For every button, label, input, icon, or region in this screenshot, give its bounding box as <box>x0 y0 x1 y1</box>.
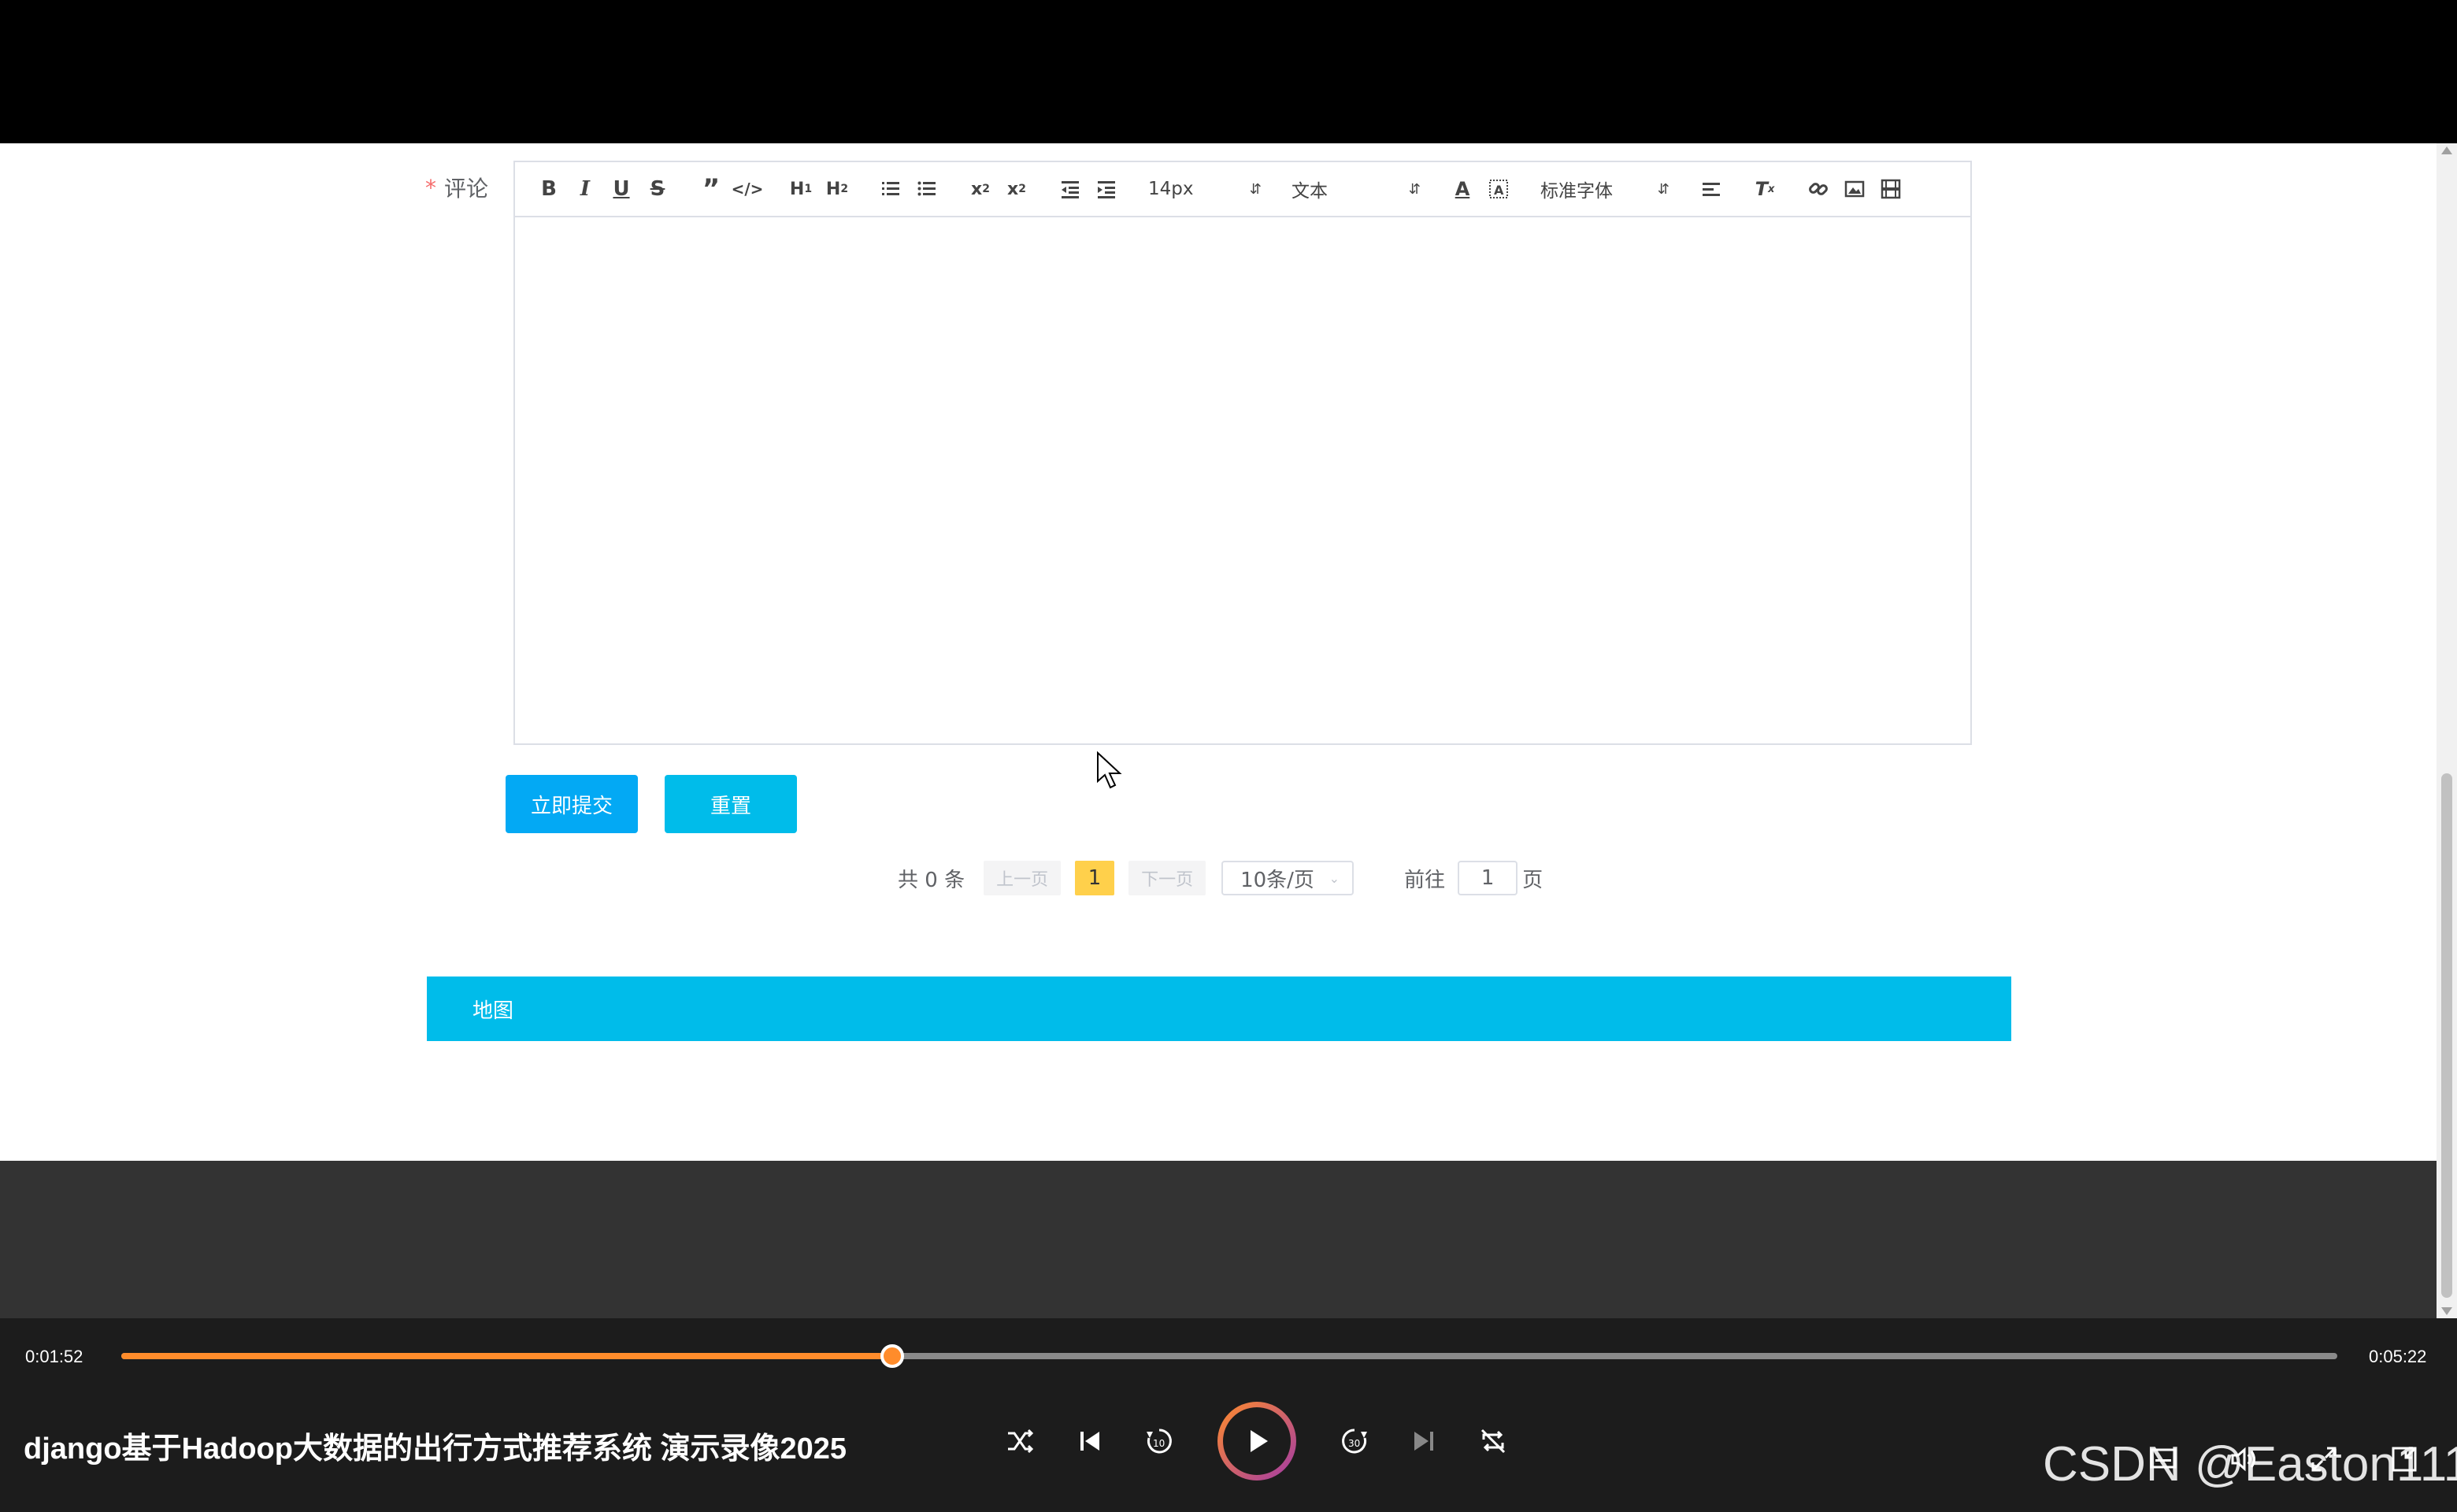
map-section-header: 地图 <box>427 976 2011 1041</box>
svg-text:30: 30 <box>1348 1438 1360 1449</box>
page-size-value: 10条/页 <box>1240 868 1314 892</box>
font-size-select[interactable]: 14px ⇵ <box>1142 171 1268 207</box>
svg-text:10: 10 <box>1153 1438 1165 1449</box>
submit-button[interactable]: 立即提交 <box>506 775 638 833</box>
page-jumper: 前往 1 页 <box>1404 861 1543 895</box>
background-color-icon[interactable]: A <box>1480 171 1517 207</box>
shuffle-icon[interactable] <box>998 1418 1043 1464</box>
bold-icon[interactable]: B <box>531 171 567 207</box>
clear-format-icon[interactable]: Tx <box>1747 171 1783 207</box>
comment-label-text: 评论 <box>444 176 489 202</box>
outdent-icon[interactable] <box>1052 171 1088 207</box>
font-color-icon[interactable]: A <box>1444 171 1480 207</box>
seek-bar-handle[interactable] <box>880 1344 905 1368</box>
image-icon[interactable] <box>1836 171 1873 207</box>
video-letterbox-top <box>0 0 2457 143</box>
goto-page-input[interactable]: 1 <box>1458 861 1518 895</box>
link-icon[interactable] <box>1800 171 1836 207</box>
play-button[interactable] <box>1217 1402 1296 1480</box>
svg-text:A: A <box>1494 183 1504 198</box>
subscript-icon[interactable]: x2 <box>962 171 999 207</box>
blockquote-icon[interactable]: ” <box>693 171 729 207</box>
font-family-select[interactable]: 标准字体 ⇵ <box>1534 171 1676 207</box>
select-caret-icon: ⇵ <box>1249 180 1262 198</box>
select-caret-icon: ⇵ <box>1408 180 1421 198</box>
video-lower-area <box>0 1161 2437 1318</box>
page-number-current[interactable]: 1 <box>1075 861 1115 895</box>
scroll-up-icon[interactable] <box>2441 146 2452 154</box>
play-icon <box>1223 1407 1291 1475</box>
heading-1-icon[interactable]: H1 <box>783 171 819 207</box>
underline-icon[interactable]: U <box>603 171 639 207</box>
font-size-value: 14px <box>1148 179 1194 199</box>
next-track-icon[interactable] <box>1401 1418 1447 1464</box>
csdn-watermark: CSDN @Easton111 <box>2043 1437 2457 1492</box>
prev-page-button[interactable]: 上一页 <box>984 861 1062 895</box>
editor-content-area[interactable] <box>515 219 1970 743</box>
bullet-list-icon[interactable] <box>909 171 945 207</box>
pagination-total: 共 0 条 <box>898 868 965 892</box>
mouse-cursor-icon <box>1097 751 1122 789</box>
comment-field-label: * 评论 <box>425 172 488 203</box>
playback-controls: 10 30 <box>986 1402 1528 1480</box>
reset-button[interactable]: 重置 <box>665 775 797 833</box>
chevron-down-icon: ⌄ <box>1329 870 1340 886</box>
select-caret-icon: ⇵ <box>1657 180 1670 198</box>
next-page-button[interactable]: 下一页 <box>1128 861 1206 895</box>
page-unit-label: 页 <box>1522 868 1544 892</box>
forward-30-icon[interactable]: 30 <box>1332 1418 1377 1464</box>
video-player-controls: 0:01:52 0:05:22 django基于Hadoop大数据的出行方式推荐… <box>0 1318 2457 1512</box>
map-section-title: 地图 <box>472 999 514 1023</box>
duration-time: 0:05:22 <box>2369 1347 2427 1366</box>
editor-toolbar: B I U S ” </> H1 H2 x2 x2 14px ⇵ 文本 ⇵ A … <box>515 162 1970 217</box>
previous-track-icon[interactable] <box>1067 1418 1113 1464</box>
scrollbar-thumb[interactable] <box>2441 773 2452 1298</box>
video-title: django基于Hadoop大数据的出行方式推荐系统 演示录像2025 <box>24 1432 847 1466</box>
heading-2-icon[interactable]: H2 <box>819 171 855 207</box>
scroll-down-icon[interactable] <box>2441 1307 2452 1315</box>
strikethrough-icon[interactable]: S <box>639 171 676 207</box>
current-time: 0:01:52 <box>25 1347 83 1366</box>
align-left-icon[interactable] <box>1693 171 1729 207</box>
video-icon[interactable] <box>1873 171 1909 207</box>
superscript-icon[interactable]: x2 <box>999 171 1035 207</box>
pagination: 共 0 条 上一页 1 下一页 10条/页 ⌄ 前往 1 页 <box>898 858 1543 898</box>
page-scrollbar[interactable] <box>2437 143 2457 1318</box>
ordered-list-icon[interactable] <box>873 171 909 207</box>
italic-icon[interactable]: I <box>567 171 603 207</box>
required-mark: * <box>425 174 436 201</box>
web-page: * 评论 B I U S ” </> H1 H2 x 2 x 2 14px ⇵ … <box>0 143 2437 1161</box>
rich-text-editor: B I U S ” </> H1 H2 x2 x2 14px ⇵ 文本 ⇵ A … <box>513 161 1972 745</box>
repeat-off-icon[interactable] <box>1470 1418 1516 1464</box>
screen: * 评论 B I U S ” </> H1 H2 x 2 x 2 14px ⇵ … <box>0 0 2457 1512</box>
rewind-10-icon[interactable]: 10 <box>1136 1418 1182 1464</box>
header-select-value: 文本 <box>1292 181 1328 202</box>
code-block-icon[interactable]: </> <box>729 171 765 207</box>
indent-icon[interactable] <box>1088 171 1125 207</box>
seek-bar[interactable] <box>121 1344 2337 1368</box>
font-family-value: 标准字体 <box>1540 181 1613 202</box>
seek-bar-progress <box>121 1353 893 1359</box>
header-select[interactable]: 文本 ⇵ <box>1285 171 1427 207</box>
goto-label: 前往 <box>1404 868 1446 892</box>
page-size-select[interactable]: 10条/页 ⌄ <box>1221 861 1354 895</box>
